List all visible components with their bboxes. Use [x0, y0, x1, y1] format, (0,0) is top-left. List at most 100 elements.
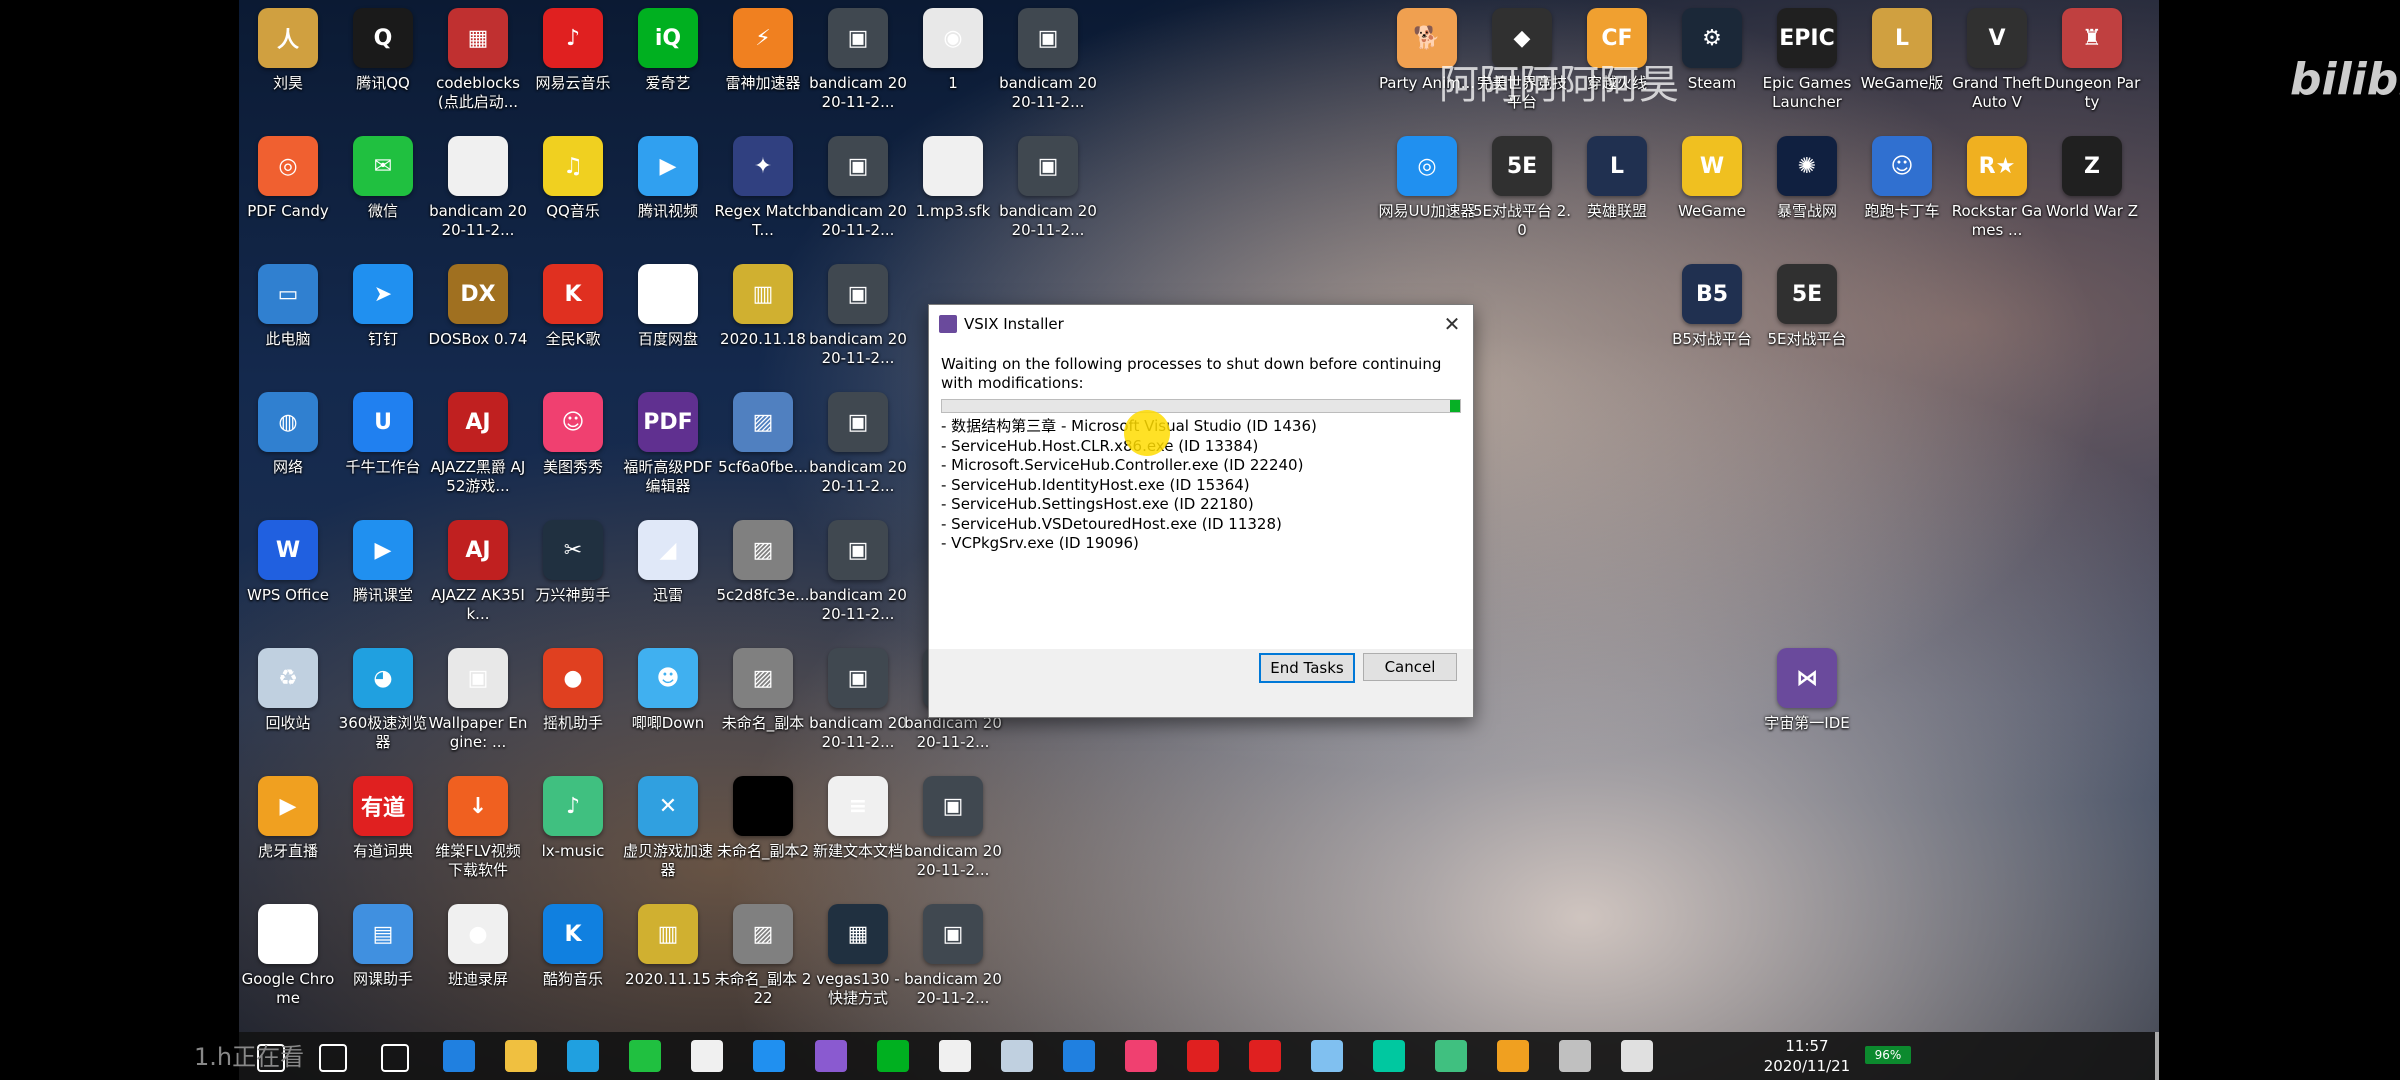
desktop-icon[interactable]: 5E 5E对战平台	[1759, 264, 1855, 349]
desktop-icon[interactable]: ▨ 5c2d8fc3e...	[715, 520, 811, 605]
close-button[interactable]: ✕	[1441, 313, 1463, 335]
desktop-icon[interactable]: ● 摇机助手	[525, 648, 621, 733]
desktop-icon[interactable]: ▣ Wallpaper Engine: ...	[429, 648, 527, 752]
audition-icon[interactable]	[1373, 1040, 1405, 1072]
desktop-icon[interactable]: W WeGame	[1664, 136, 1760, 221]
desktop-icon[interactable]: ✺ 暴雪战网	[1759, 136, 1855, 221]
desktop-icon[interactable]: DX DOSBox 0.74	[429, 264, 527, 349]
desktop-icon[interactable]: ▣ bandicam 2020-11-2...	[809, 8, 907, 112]
desktop-icon[interactable]: ➤ 钉钉	[335, 264, 431, 349]
desktop-icon[interactable]: Z World War Z	[2044, 136, 2140, 221]
desktop-icon[interactable]: ◢ 迅雷	[620, 520, 716, 605]
cortana-icon[interactable]	[319, 1044, 347, 1072]
desktop-icon[interactable]: ◉ Google Chrome	[240, 904, 336, 1008]
end-tasks-button[interactable]: End Tasks	[1259, 653, 1355, 683]
desktop-icon[interactable]: ▨ 未命名_副本	[715, 648, 811, 733]
desktop-icon[interactable]: ♪ 网易云音乐	[525, 8, 621, 93]
desktop-icon[interactable]: ▣ bandicam 2020-11-2...	[904, 776, 1002, 880]
desktop-icon[interactable]: ☁ 百度网盘	[620, 264, 716, 349]
desktop-icon[interactable]: 未命名_副本2	[715, 776, 811, 861]
desktop-icon[interactable]: ▶ 腾讯课堂	[335, 520, 431, 605]
desktop-icon[interactable]: AJ AJAZZ黑爵 AJ52游戏...	[430, 392, 526, 496]
desktop-icon[interactable]: ▣ bandicam 2020-11-2...	[809, 264, 907, 368]
desktop-icon[interactable]: ▶ 虎牙直播	[240, 776, 336, 861]
clock[interactable]: 11:57 2020/11/21	[1762, 1036, 1852, 1076]
meitu-icon[interactable]	[1125, 1040, 1157, 1072]
desktop-icon[interactable]: ✦ Regex Match T...	[715, 136, 811, 240]
store-icon[interactable]	[691, 1040, 723, 1072]
desktop-icon[interactable]: Q 腾讯QQ	[335, 8, 431, 93]
phone-icon[interactable]	[1063, 1040, 1095, 1072]
desktop-icon[interactable]: ◉ 1	[905, 8, 1001, 93]
desktop-icon[interactable]: ◍ 网络	[240, 392, 336, 477]
desktop-icon[interactable]: ☺ 跑跑卡丁车	[1854, 136, 1950, 221]
desktop-icon[interactable]: AJ AJAZZ AK35I k...	[430, 520, 526, 624]
desktop-icon[interactable]: ✉ 微信	[335, 136, 431, 221]
wechat-icon[interactable]	[629, 1040, 661, 1072]
battery-indicator[interactable]: 96%	[1865, 1046, 1911, 1064]
desktop-icon[interactable]: V Grand Theft Auto V	[1949, 8, 2045, 112]
desktop-icon[interactable]: 5E 5E对战平台 2.0	[1473, 136, 1571, 240]
desktop-icon[interactable]: K 全民K歌	[525, 264, 621, 349]
desktop-icon[interactable]: L WeGame版	[1854, 8, 1950, 93]
desktop-icon[interactable]: ⚡ 雷神加速器	[715, 8, 811, 93]
desktop-icon[interactable]: EPIC Epic Games Launcher	[1759, 8, 1855, 112]
notepad-icon[interactable]	[1311, 1040, 1343, 1072]
settings-icon[interactable]	[939, 1040, 971, 1072]
cancel-button[interactable]: Cancel	[1363, 653, 1457, 681]
show-desktop-button[interactable]	[2155, 1032, 2159, 1080]
desktop-icon[interactable]: bandicam 2020-11-2...	[429, 136, 527, 240]
desktop-icon[interactable]: ☺ 美图秀秀	[525, 392, 621, 477]
edge-icon[interactable]	[443, 1040, 475, 1072]
desktop-icon[interactable]: 有道 有道词典	[335, 776, 431, 861]
desktop-icon[interactable]: ↓ 维棠FLV视频 下载软件	[430, 776, 526, 880]
desktop-icon[interactable]: ◎ PDF Candy	[240, 136, 336, 221]
desktop-icon[interactable]: ✂ 万兴神剪手	[525, 520, 621, 605]
bandicam-icon[interactable]	[1559, 1040, 1591, 1072]
desktop-icon[interactable]: ▥ 2020.11.15	[620, 904, 716, 989]
desktop-icon[interactable]: PDF 福昕高级PDF 编辑器	[620, 392, 716, 496]
desktop-icon[interactable]: 1.mp3.sfk	[905, 136, 1001, 221]
desktop-icon[interactable]: ▣ bandicam 2020-11-2...	[809, 136, 907, 240]
file-explorer-icon[interactable]	[505, 1040, 537, 1072]
visual-studio-icon[interactable]	[815, 1040, 847, 1072]
paint-icon[interactable]	[1497, 1040, 1529, 1072]
desktop-icon[interactable]: ▤ 网课助手	[335, 904, 431, 989]
desktop-icon[interactable]: ◕ 360极速浏览器	[335, 648, 431, 752]
desktop-icon[interactable]: ▨ 未命名_副本 222	[715, 904, 811, 1008]
desktop-icon[interactable]: ♻ 回收站	[240, 648, 336, 733]
desktop-icon[interactable]: K 酷狗音乐	[525, 904, 621, 989]
desktop-icon[interactable]: ⋈ 宇宙第一IDE	[1759, 648, 1855, 733]
desktop-icon[interactable]: ♪ lx-music	[525, 776, 621, 861]
desktop-icon[interactable]: 人刘昊	[240, 8, 336, 93]
desktop-icon[interactable]: ◎ 网易UU加速器	[1379, 136, 1475, 221]
desktop-icon[interactable]: ▣ bandicam 2020-11-2...	[809, 392, 907, 496]
desktop-icon[interactable]: ✕ 虚贝游戏加速器	[620, 776, 716, 880]
desktop-icon[interactable]: ▣ bandicam 2020-11-2...	[809, 520, 907, 624]
desktop-icon[interactable]: ♜ Dungeon Party	[2044, 8, 2140, 112]
desktop-icon[interactable]: ≡ 新建文本文档	[810, 776, 906, 861]
active-app-icon[interactable]	[1621, 1040, 1653, 1072]
desktop-icon[interactable]: ▣ bandicam 2020-11-2...	[999, 136, 1097, 240]
desktop-icon[interactable]: ☻ 唧唧Down	[620, 648, 716, 733]
desktop-icon[interactable]: L 英雄联盟	[1569, 136, 1665, 221]
360-browser-icon[interactable]	[567, 1040, 599, 1072]
desktop-icon[interactable]: ▣ bandicam 2020-11-2...	[809, 648, 907, 752]
iqiyi-icon[interactable]	[877, 1040, 909, 1072]
desktop-icon[interactable]: ▨ 5cf6a0fbe...	[715, 392, 811, 477]
record-icon[interactable]	[1187, 1040, 1219, 1072]
desktop-icon[interactable]: iQ 爱奇艺	[620, 8, 716, 93]
desktop-icon[interactable]: ▥ 2020.11.18	[715, 264, 811, 349]
desktop-icon[interactable]: ▶ 腾讯视频	[620, 136, 716, 221]
desktop-icon[interactable]: U 千牛工作台	[335, 392, 431, 477]
desktop-icon[interactable]: ▣ bandicam 2020-11-2...	[999, 8, 1097, 112]
desktop-icon[interactable]: R★ Rockstar Games ...	[1949, 136, 2045, 240]
desktop-icon[interactable]: ▦ codeblocks (点此启动...	[430, 8, 526, 112]
netease-music-icon[interactable]	[1249, 1040, 1281, 1072]
steam-icon[interactable]	[1001, 1040, 1033, 1072]
task-view-icon[interactable]	[381, 1044, 409, 1072]
play-icon[interactable]	[1435, 1040, 1467, 1072]
desktop-icon[interactable]: ▭ 此电脑	[240, 264, 336, 349]
dingtalk-icon[interactable]	[753, 1040, 785, 1072]
desktop-icon[interactable]: W WPS Office	[240, 520, 336, 605]
